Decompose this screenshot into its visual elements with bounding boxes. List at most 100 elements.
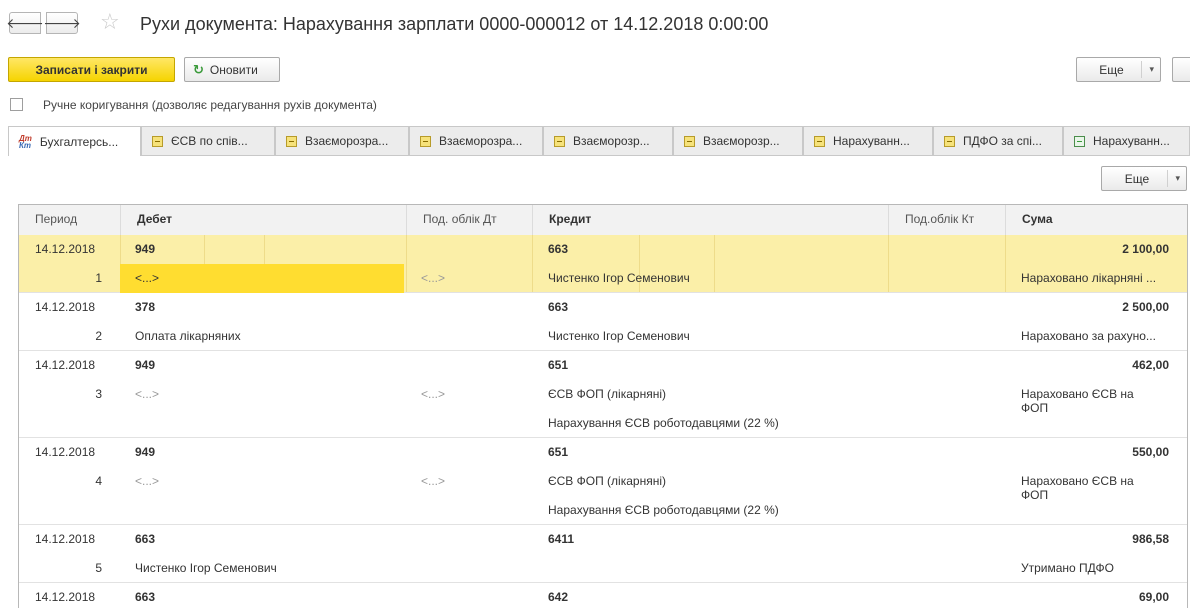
row-amount: 986,58: [1132, 532, 1169, 546]
row-number: 5: [95, 561, 102, 575]
tab-settlements-2[interactable]: Взаєморозра...: [409, 126, 543, 155]
row-credit: 6411: [548, 532, 575, 546]
row-content: Нараховано лікарняні ...: [1021, 271, 1157, 285]
register-icon: [420, 135, 431, 147]
arrow-left-icon: 🡐: [6, 14, 44, 31]
divider: [1005, 235, 1006, 292]
row-debit: 949: [135, 358, 156, 372]
row-amount: 550,00: [1132, 445, 1169, 459]
refresh-button[interactable]: ↻ Оновити: [184, 57, 280, 82]
row-debit: 378: [135, 300, 156, 314]
tab-label: ПДФО за спі...: [963, 134, 1042, 148]
row-debit-subconto: Оплата лікарняних: [135, 329, 241, 343]
row-period: 14.12.2018: [35, 590, 96, 604]
register-icon: [944, 135, 955, 147]
column-sub-credit[interactable]: Под.облік Кт: [888, 205, 1005, 235]
row-debit-subconto: Чистенко Ігор Семенович: [135, 561, 277, 575]
grid-more-button[interactable]: Еще ▾: [1101, 166, 1187, 191]
row-credit-subconto: ЄСВ ФОП (лікарняні): [548, 474, 666, 488]
tab-accounting[interactable]: Дт Кт Бухгалтерсь...: [8, 126, 141, 156]
row-sub-debit: <...>: [421, 474, 446, 488]
divider: [1167, 170, 1168, 187]
row-number: 4: [95, 474, 102, 488]
tab-label: Нарахуванн...: [833, 134, 910, 148]
column-amount[interactable]: Сума: [1005, 205, 1187, 235]
tab-accruals[interactable]: Нарахуванн...: [803, 126, 933, 155]
row-amount: 462,00: [1132, 358, 1169, 372]
more-label: Еще: [1099, 62, 1124, 77]
register-icon: [554, 135, 565, 147]
row-amount: 2 100,00: [1122, 242, 1169, 256]
row-credit: 642: [548, 590, 569, 604]
row-period: 14.12.2018: [35, 300, 96, 314]
row-credit-subconto: ЄСВ ФОП (лікарняні): [548, 387, 666, 401]
manual-edit-label: Ручне коригування (дозволяє редагування …: [43, 98, 377, 112]
row-number: 2: [95, 329, 102, 343]
save-and-close-button[interactable]: Записати і закрити: [8, 57, 175, 82]
row-credit: 651: [548, 358, 569, 372]
register-icon: [286, 135, 297, 147]
column-sub-debit[interactable]: Под. облік Дт: [406, 205, 532, 235]
tab-label: Нарахуванн...: [1093, 134, 1170, 148]
row-credit: 651: [548, 445, 569, 459]
row-credit-subconto-2: Нарахування ЄСВ роботодавцями (22 %): [548, 416, 779, 430]
row-debit: 663: [135, 590, 156, 604]
table-row[interactable]: 14.12.2018 949 663 2 100,00 1 <...> <...…: [19, 235, 1187, 293]
tab-label: ЄСВ по спів...: [171, 134, 248, 148]
row-credit-subconto: Чистенко Ігор Семенович: [548, 329, 690, 343]
tab-settlements-4[interactable]: Взаєморозр...: [673, 126, 803, 155]
extra-toolbar-button[interactable]: [1172, 57, 1190, 82]
tab-accruals-2[interactable]: Нарахуванн...: [1063, 126, 1190, 155]
column-credit[interactable]: Кредит: [532, 205, 888, 235]
favorite-star-icon[interactable]: ☆: [100, 9, 120, 35]
tab-settlements-3[interactable]: Взаєморозр...: [543, 126, 673, 155]
divider: [532, 235, 533, 292]
refresh-icon: ↻: [193, 61, 204, 77]
table-row[interactable]: 14.12.2018 949 651 462,00 3 <...> <...> …: [19, 351, 1187, 438]
chevron-down-icon: ▾: [1175, 173, 1180, 183]
table-row[interactable]: 14.12.2018 663 6411 986,58 5 Чистенко Іг…: [19, 525, 1187, 583]
tab-label: Взаєморозра...: [305, 134, 389, 148]
tab-pdfo[interactable]: ПДФО за спі...: [933, 126, 1063, 155]
row-debit: 949: [135, 445, 156, 459]
row-credit: 663: [548, 300, 569, 314]
tab-label: Бухгалтерсь...: [39, 134, 119, 149]
row-period: 14.12.2018: [35, 532, 96, 546]
row-period: 14.12.2018: [35, 445, 96, 459]
row-period: 14.12.2018: [35, 242, 96, 256]
movements-table[interactable]: Период Дебет Под. облік Дт Кредит Под.об…: [18, 204, 1188, 608]
forward-button[interactable]: 🡒: [43, 12, 81, 34]
row-debit-subconto: <...>: [135, 271, 160, 285]
register-icon: [684, 135, 695, 147]
table-row[interactable]: 14.12.2018 949 651 550,00 4 <...> <...> …: [19, 438, 1187, 525]
chevron-down-icon: ▾: [1149, 64, 1154, 74]
window-title: Рухи документа: Нарахування зарплати 000…: [140, 14, 769, 34]
refresh-label: Оновити: [209, 62, 258, 77]
row-debit-subconto: <...>: [135, 387, 160, 401]
column-debit[interactable]: Дебет: [120, 205, 406, 235]
divider: [888, 235, 889, 292]
register-icon: [152, 135, 163, 147]
row-content: Нараховано за рахуно...: [1021, 329, 1156, 343]
row-number: 3: [95, 387, 102, 401]
table-row[interactable]: 14.12.2018 378 663 2 500,00 2 Оплата лік…: [19, 293, 1187, 351]
row-debit-subconto: <...>: [135, 474, 160, 488]
row-debit: 663: [135, 532, 156, 546]
table-row[interactable]: 14.12.2018 663 642 69,00: [19, 583, 1187, 608]
tab-label: Взаєморозр...: [573, 134, 650, 148]
manual-edit-checkbox[interactable]: [10, 98, 23, 111]
row-amount: 69,00: [1138, 590, 1169, 604]
row-sub-debit: <...>: [421, 387, 446, 401]
more-menu-button[interactable]: Еще ▾: [1076, 57, 1161, 82]
row-sub-debit: <...>: [421, 271, 446, 285]
tab-esv[interactable]: ЄСВ по спів...: [141, 126, 275, 155]
focused-cell[interactable]: [120, 264, 404, 293]
arrow-right-icon: 🡒: [43, 14, 81, 31]
table-header: Период Дебет Под. облік Дт Кредит Под.об…: [19, 205, 1187, 236]
register-icon: [814, 135, 825, 147]
back-button[interactable]: 🡐: [6, 12, 44, 34]
tab-settlements-1[interactable]: Взаєморозра...: [275, 126, 409, 155]
column-period[interactable]: Период: [19, 205, 120, 235]
register-green-icon: [1074, 135, 1085, 147]
divider: [406, 235, 407, 292]
